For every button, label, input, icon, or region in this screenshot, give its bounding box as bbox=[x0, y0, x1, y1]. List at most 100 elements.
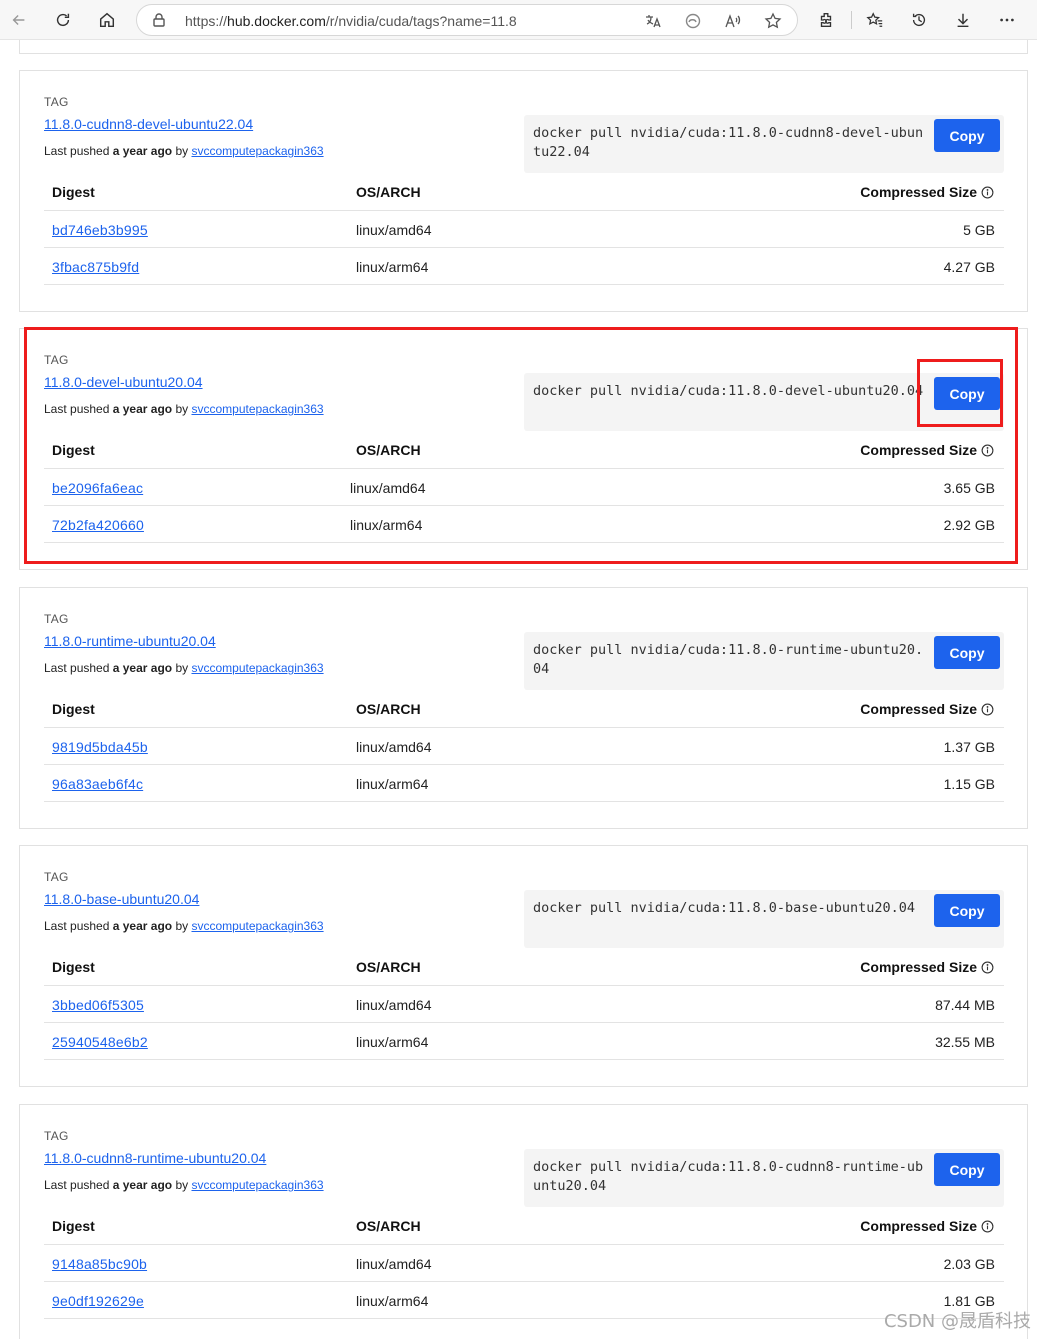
compressed-size-cell: 1.37 GB bbox=[943, 739, 995, 755]
digest-column-header: Digest bbox=[52, 184, 95, 200]
tag-name-link[interactable]: 11.8.0-cudnn8-devel-ubuntu22.04 bbox=[44, 116, 253, 132]
browser-toolbar: https://hub.docker.com/r/nvidia/cuda/tag… bbox=[0, 0, 1037, 40]
history-icon[interactable] bbox=[905, 6, 933, 34]
compressed-size-column-header: Compressed Size bbox=[860, 959, 994, 975]
tag-name-link[interactable]: 11.8.0-base-ubuntu20.04 bbox=[44, 891, 199, 907]
digest-column-header: Digest bbox=[52, 959, 95, 975]
tag-label: TAG bbox=[44, 95, 69, 109]
last-pushed-info: Last pushed a year ago by svccomputepack… bbox=[44, 661, 324, 675]
digest-link[interactable]: 3bbed06f5305 bbox=[52, 997, 144, 1013]
tag-label: TAG bbox=[44, 870, 69, 884]
copy-button[interactable]: Copy bbox=[934, 1153, 1000, 1186]
pull-command-box[interactable]: docker pull nvidia/cuda:11.8.0-runtime-u… bbox=[524, 632, 1004, 690]
highlight-box-tag-card bbox=[24, 327, 1018, 564]
info-icon[interactable] bbox=[981, 961, 994, 974]
home-icon[interactable] bbox=[93, 6, 121, 34]
pusher-link[interactable]: svccomputepackagin363 bbox=[191, 144, 323, 158]
table-row: 9148a85bc90b linux/amd64 2.03 GB bbox=[44, 1245, 1004, 1282]
downloads-icon[interactable] bbox=[949, 6, 977, 34]
os-arch-column-header: OS/ARCH bbox=[356, 959, 421, 975]
table-row: 25940548e6b2 linux/arm64 32.55 MB bbox=[44, 1023, 1004, 1060]
watermark: CSDN @晟盾科技 bbox=[883, 1311, 1031, 1332]
last-pushed-info: Last pushed a year ago by svccomputepack… bbox=[44, 919, 324, 933]
pusher-link[interactable]: svccomputepackagin363 bbox=[191, 1178, 323, 1192]
compressed-size-column-header: Compressed Size bbox=[860, 701, 994, 717]
compressed-size-cell: 87.44 MB bbox=[935, 997, 995, 1013]
copy-button[interactable]: Copy bbox=[934, 636, 1000, 669]
last-pushed-info: Last pushed a year ago by svccomputepack… bbox=[44, 144, 324, 158]
os-arch-cell: linux/amd64 bbox=[356, 997, 432, 1013]
tag-label: TAG bbox=[44, 1129, 69, 1143]
toolbar-divider bbox=[851, 11, 852, 29]
info-icon[interactable] bbox=[981, 1220, 994, 1233]
os-arch-cell: linux/arm64 bbox=[356, 1293, 429, 1309]
copy-button[interactable]: Copy bbox=[934, 894, 1000, 927]
tag-name-link[interactable]: 11.8.0-runtime-ubuntu20.04 bbox=[44, 633, 216, 649]
pull-command-text[interactable]: docker pull nvidia/cuda:11.8.0-cudnn8-ru… bbox=[533, 1158, 925, 1196]
table-row: 9819d5bda45b linux/amd64 1.37 GB bbox=[44, 728, 1004, 765]
refresh-icon[interactable] bbox=[49, 6, 77, 34]
compressed-size-cell: 4.27 GB bbox=[943, 259, 995, 275]
pusher-link[interactable]: svccomputepackagin363 bbox=[191, 661, 323, 675]
back-arrow-icon[interactable] bbox=[5, 6, 33, 34]
address-bar[interactable]: https://hub.docker.com/r/nvidia/cuda/tag… bbox=[136, 4, 798, 36]
os-arch-cell: linux/arm64 bbox=[356, 776, 429, 792]
digest-link[interactable]: 9819d5bda45b bbox=[52, 739, 148, 755]
favorite-star-icon[interactable] bbox=[764, 12, 782, 30]
os-arch-cell: linux/amd64 bbox=[356, 222, 432, 238]
read-aloud-icon[interactable] bbox=[724, 12, 742, 30]
os-arch-column-header: OS/ARCH bbox=[356, 1218, 421, 1234]
info-icon[interactable] bbox=[981, 703, 994, 716]
last-pushed-info: Last pushed a year ago by svccomputepack… bbox=[44, 1178, 324, 1192]
compressed-size-column-header: Compressed Size bbox=[860, 184, 994, 200]
pull-command-box[interactable]: docker pull nvidia/cuda:11.8.0-cudnn8-de… bbox=[524, 115, 1004, 173]
pusher-link[interactable]: svccomputepackagin363 bbox=[191, 919, 323, 933]
tag-label: TAG bbox=[44, 612, 69, 626]
url-text[interactable]: https://hub.docker.com/r/nvidia/cuda/tag… bbox=[185, 13, 517, 29]
tag-card: TAG 11.8.0-runtime-ubuntu20.04 Last pushed… bbox=[19, 587, 1028, 829]
pull-command-box[interactable]: docker pull nvidia/cuda:11.8.0-cudnn8-ru… bbox=[524, 1149, 1004, 1207]
digest-link[interactable]: bd746eb3b995 bbox=[52, 222, 148, 238]
tag-name-link[interactable]: 11.8.0-cudnn8-runtime-ubuntu20.04 bbox=[44, 1150, 266, 1166]
tag-card: TAG 11.8.0-cudnn8-runtime-ubuntu20.04 Last… bbox=[19, 1104, 1028, 1339]
info-icon[interactable] bbox=[981, 186, 994, 199]
compressed-size-cell: 2.03 GB bbox=[943, 1256, 995, 1272]
table-row: 9e0df192629e linux/arm64 1.81 GB bbox=[44, 1282, 1004, 1319]
compressed-size-column-header: Compressed Size bbox=[860, 1218, 994, 1234]
table-row: 96a83aeb6f4c linux/arm64 1.15 GB bbox=[44, 765, 1004, 802]
edge-icon[interactable] bbox=[684, 12, 702, 30]
digest-column-header: Digest bbox=[52, 1218, 95, 1234]
previous-tag-card-bottom bbox=[19, 40, 1028, 54]
os-arch-cell: linux/arm64 bbox=[356, 1034, 429, 1050]
highlight-box-copy-button bbox=[917, 359, 1003, 427]
table-row: 3fbac875b9fd linux/arm64 4.27 GB bbox=[44, 248, 1004, 285]
lock-icon[interactable] bbox=[151, 12, 167, 28]
compressed-size-cell: 5 GB bbox=[963, 222, 995, 238]
pull-command-text[interactable]: docker pull nvidia/cuda:11.8.0-runtime-u… bbox=[533, 641, 925, 679]
pull-command-text[interactable]: docker pull nvidia/cuda:11.8.0-cudnn8-de… bbox=[533, 124, 925, 162]
digest-link[interactable]: 9148a85bc90b bbox=[52, 1256, 147, 1272]
pull-command-box[interactable]: docker pull nvidia/cuda:11.8.0-base-ubun… bbox=[524, 890, 1004, 948]
compressed-size-cell: 1.15 GB bbox=[943, 776, 995, 792]
digest-link[interactable]: 9e0df192629e bbox=[52, 1293, 144, 1309]
digest-link[interactable]: 96a83aeb6f4c bbox=[52, 776, 143, 792]
table-row: 3bbed06f5305 linux/amd64 87.44 MB bbox=[44, 986, 1004, 1023]
digest-link[interactable]: 25940548e6b2 bbox=[52, 1034, 148, 1050]
os-arch-cell: linux/amd64 bbox=[356, 1256, 432, 1272]
pull-command-text[interactable]: docker pull nvidia/cuda:11.8.0-base-ubun… bbox=[533, 899, 925, 918]
table-row: bd746eb3b995 linux/amd64 5 GB bbox=[44, 211, 1004, 248]
os-arch-cell: linux/arm64 bbox=[356, 259, 429, 275]
os-arch-column-header: OS/ARCH bbox=[356, 701, 421, 717]
os-arch-column-header: OS/ARCH bbox=[356, 184, 421, 200]
compressed-size-cell: 32.55 MB bbox=[935, 1034, 995, 1050]
favorites-icon[interactable] bbox=[861, 6, 889, 34]
extensions-icon[interactable] bbox=[812, 6, 840, 34]
digest-column-header: Digest bbox=[52, 701, 95, 717]
tag-card: TAG 11.8.0-cudnn8-devel-ubuntu22.04 Last p… bbox=[19, 70, 1028, 312]
os-arch-cell: linux/amd64 bbox=[356, 739, 432, 755]
more-menu-icon[interactable] bbox=[993, 6, 1021, 34]
translate-icon[interactable] bbox=[644, 12, 662, 30]
tag-card: TAG 11.8.0-base-ubuntu20.04 Last pushed a … bbox=[19, 845, 1028, 1087]
copy-button[interactable]: Copy bbox=[934, 119, 1000, 152]
digest-link[interactable]: 3fbac875b9fd bbox=[52, 259, 139, 275]
